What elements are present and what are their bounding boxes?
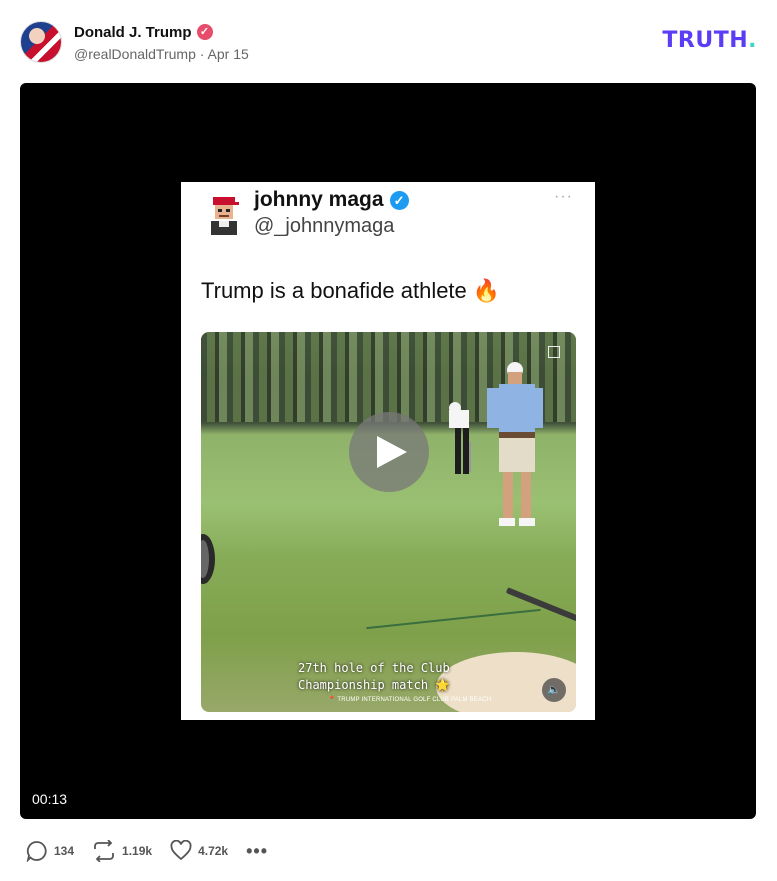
location-tag: 📍 TRUMP INTERNATIONAL GOLF CLUB PALM BEA… [328, 697, 492, 703]
card-author-name: johnny maga [254, 188, 384, 211]
reply-button[interactable]: 134 [26, 840, 74, 862]
like-button[interactable]: 4.72k [170, 840, 228, 862]
meta-separator: · [199, 46, 205, 62]
play-button[interactable] [349, 412, 429, 492]
fullscreen-icon [548, 346, 560, 358]
golfer-standing [487, 362, 543, 526]
card-author-handle: @_johnnymaga [254, 215, 395, 237]
card-post-text: Trump is a bonafide athlete 🔥 [201, 278, 501, 303]
author-name-row: Donald J. Trump ✓ [74, 22, 213, 42]
post-meta: @realDonaldTrump · Apr 15 [74, 46, 249, 62]
retruth-button[interactable]: 1.19k [92, 840, 152, 862]
video-caption: 27th hole of the Club Championship match… [298, 661, 451, 692]
reply-count: 134 [54, 844, 75, 858]
truth-logo[interactable]: TRUTH. [662, 28, 757, 53]
retruth-count: 1.19k [122, 844, 153, 858]
pole [505, 587, 576, 623]
golf-video-frame: 27th hole of the Club Championship match… [201, 332, 576, 712]
heart-icon [170, 840, 192, 861]
rake-handle [366, 608, 541, 630]
card-more-icon: ··· [554, 188, 573, 205]
post-date[interactable]: Apr 15 [208, 46, 249, 62]
logo-dot: . [748, 28, 757, 53]
embedded-post-card: johnny maga ✓ @_johnnymaga ··· Trump is … [181, 182, 595, 720]
post-actions: 134 1.19k 4.72k ••• [26, 840, 268, 862]
retruth-icon [94, 840, 114, 862]
golf-cart-wheel [201, 534, 215, 584]
post-header: Donald J. Trump ✓ @realDonaldTrump · Apr… [20, 20, 757, 64]
logo-text: TRUTH [662, 28, 749, 53]
like-count: 4.72k [198, 844, 229, 858]
video-player[interactable]: johnny maga ✓ @_johnnymaga ··· Trump is … [20, 83, 756, 819]
more-options-icon[interactable]: ••• [246, 840, 268, 862]
card-name-row: johnny maga ✓ [254, 188, 409, 212]
pixel-avatar-icon [211, 197, 239, 235]
author-name[interactable]: Donald J. Trump [74, 24, 192, 41]
volume-icon: 🔈 [542, 678, 566, 702]
card-verified-icon: ✓ [389, 190, 409, 210]
golfer-bending [449, 402, 471, 474]
play-icon [377, 436, 407, 468]
verified-badge-icon: ✓ [196, 24, 213, 40]
video-timestamp: 00:13 [32, 791, 68, 807]
author-handle[interactable]: @realDonaldTrump [74, 46, 196, 62]
comment-icon [26, 841, 47, 862]
author-avatar[interactable] [20, 21, 62, 63]
